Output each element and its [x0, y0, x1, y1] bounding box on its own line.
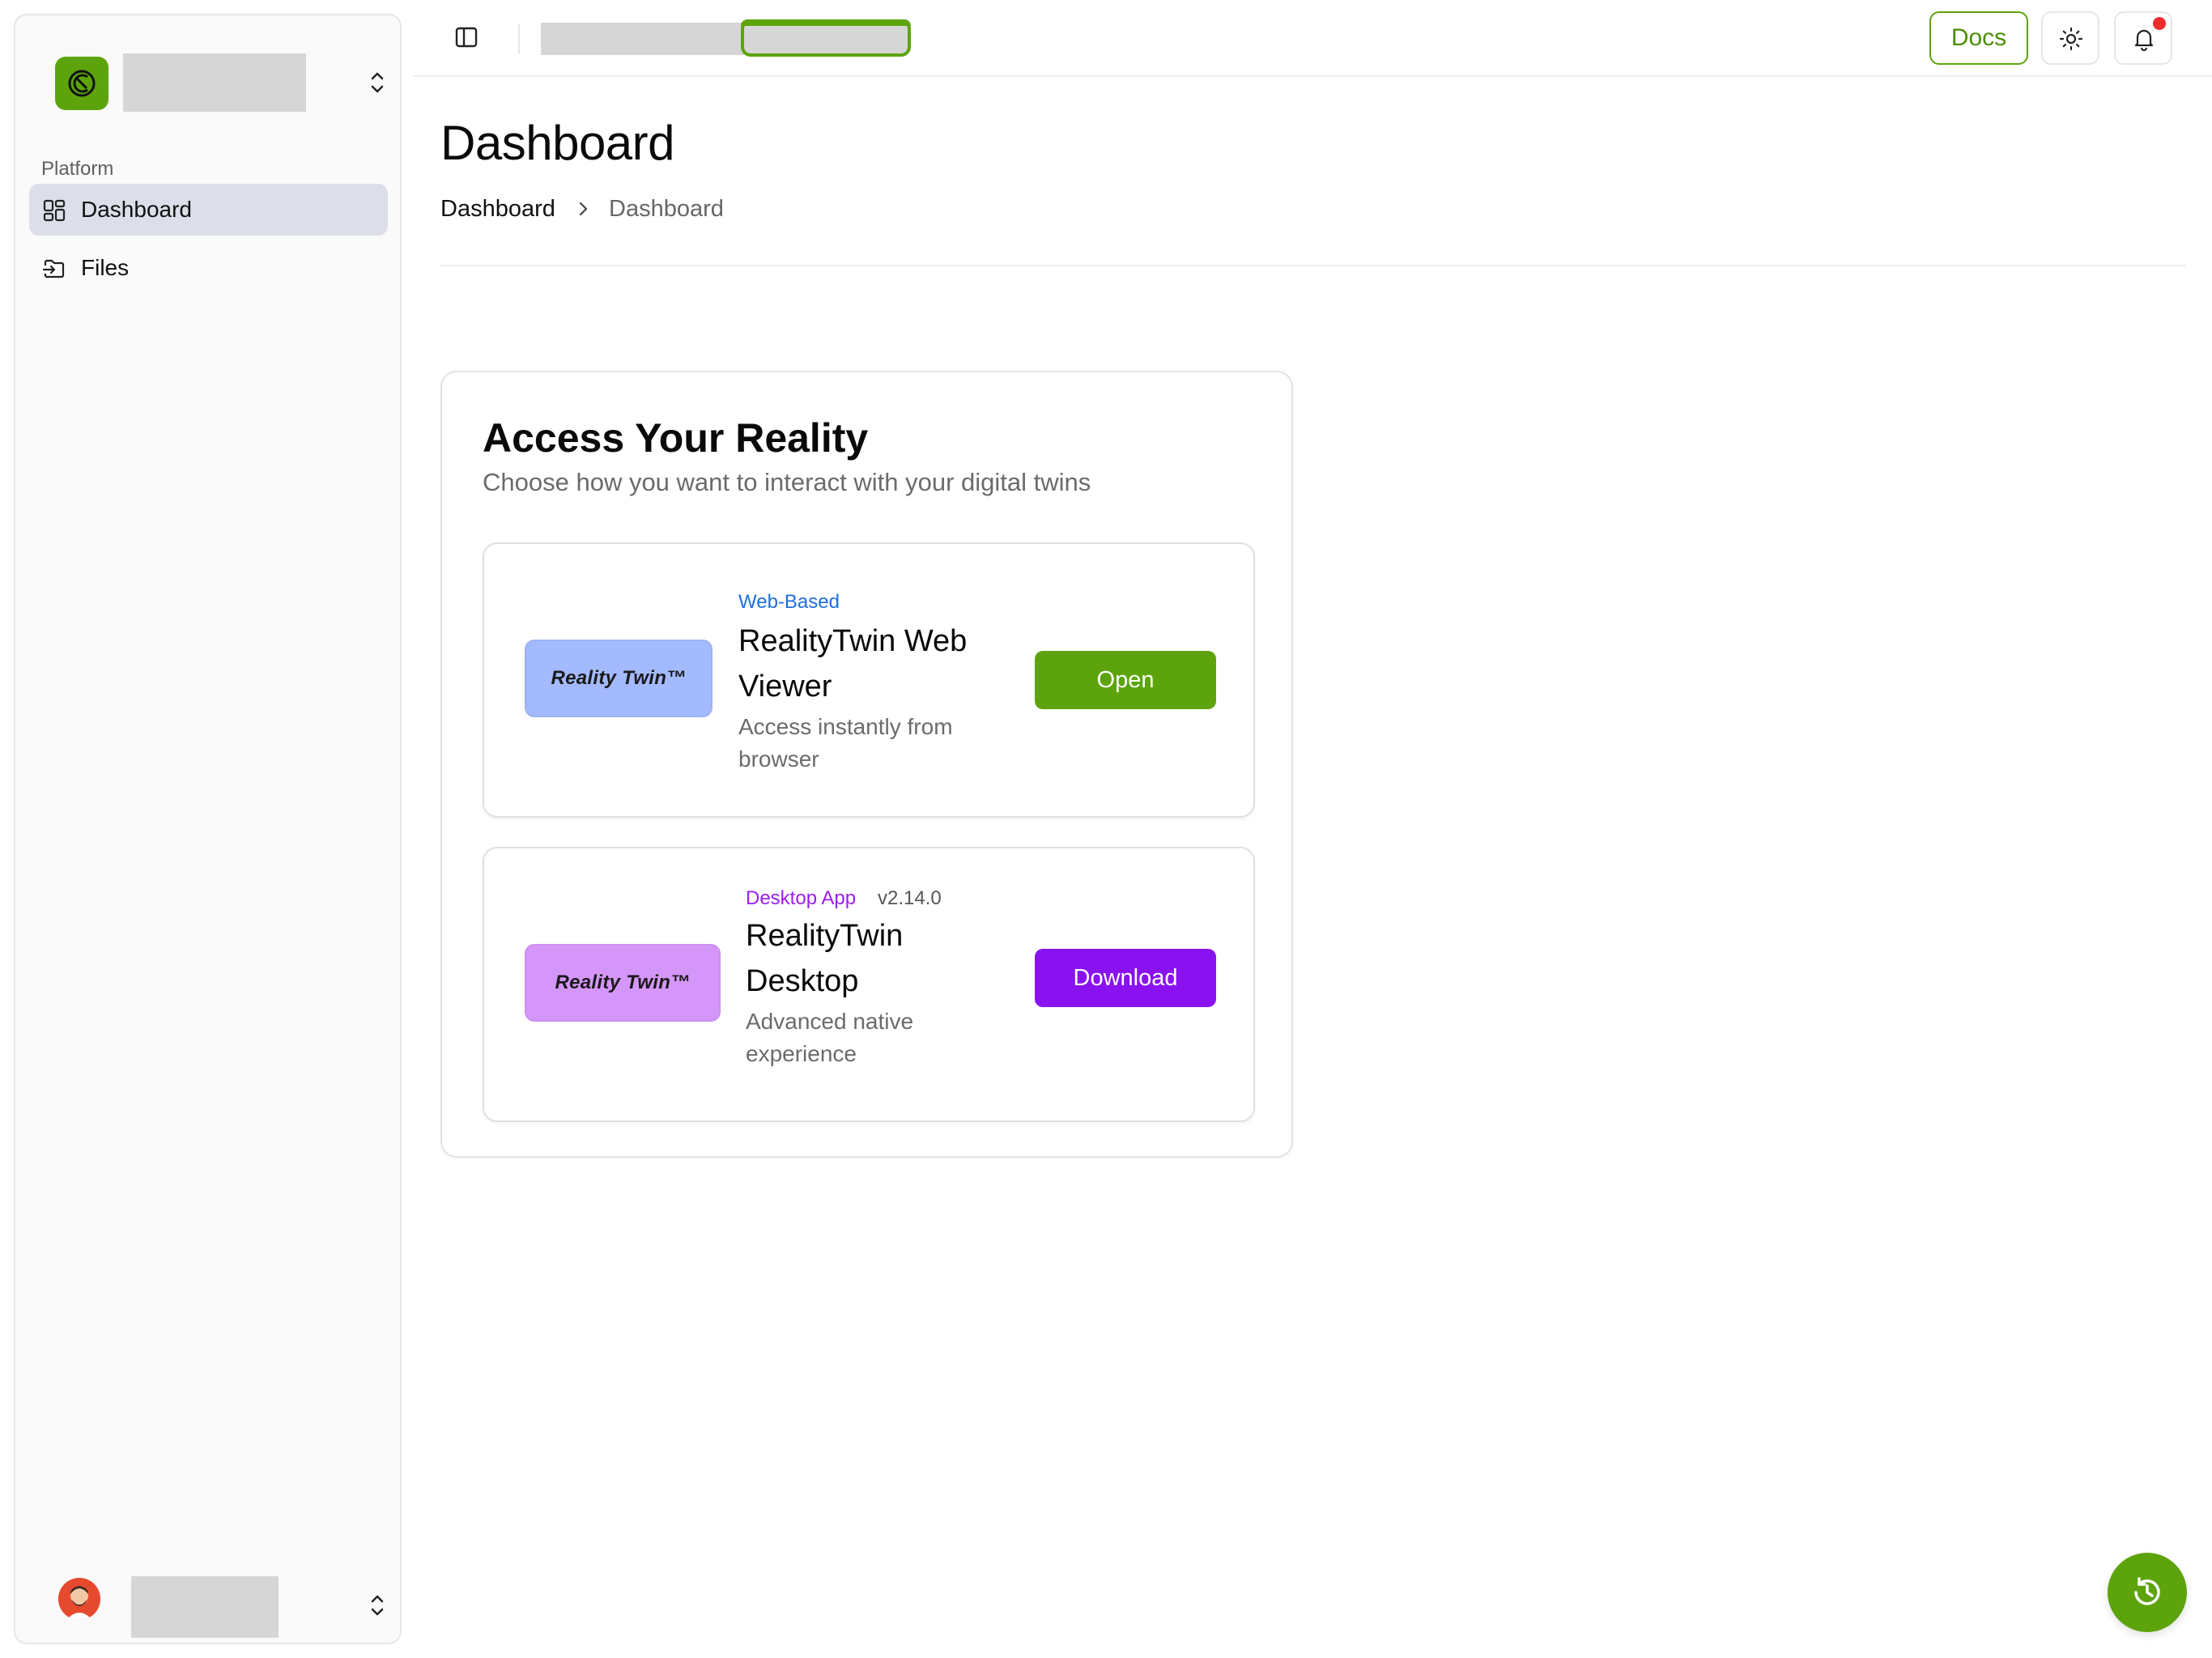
option-description-line: browser [738, 746, 819, 772]
option-description: Access instantly from browser [738, 711, 953, 776]
user-name-redacted [131, 1576, 279, 1638]
org-logo [55, 57, 108, 110]
open-button[interactable]: Open [1035, 651, 1216, 709]
history-icon [2134, 1577, 2160, 1605]
docs-button[interactable]: Docs [1929, 11, 2028, 65]
sidebar-toggle-icon[interactable] [453, 24, 479, 50]
top-bar: Docs [413, 0, 2212, 77]
sidebar-item-dashboard[interactable]: Dashboard [29, 184, 388, 236]
org-switcher[interactable] [40, 35, 384, 113]
chevrons-up-down-icon [371, 1595, 384, 1616]
theme-toggle-button[interactable] [2041, 11, 2099, 65]
web-viewer-option: Reality Twin™ Web-Based RealityTwin Web … [483, 542, 1255, 818]
history-fab[interactable] [2108, 1553, 2187, 1632]
org-name-redacted [123, 53, 306, 112]
breadcrumb-link[interactable]: Dashboard [440, 196, 555, 223]
layout-dashboard-icon [43, 199, 66, 222]
desktop-app-logo: Reality Twin™ [525, 944, 721, 1022]
web-viewer-logo: Reality Twin™ [525, 640, 713, 717]
sidebar-item-files[interactable]: Files [29, 242, 388, 294]
access-card: Access Your Reality Choose how you want … [440, 371, 1293, 1158]
desktop-app-option: Reality Twin™ Desktop App v2.14.0 Realit… [483, 847, 1255, 1122]
header-divider [440, 265, 2186, 266]
folder-input-icon [42, 259, 65, 278]
option-title-line: RealityTwin [746, 919, 904, 953]
sidebar-item-label: Files [81, 255, 130, 280]
option-tag: Web-Based [738, 591, 840, 613]
bell-icon [2134, 29, 2154, 51]
option-tag: Desktop App [746, 887, 857, 909]
avatar-illustration [58, 1578, 100, 1620]
card-subtitle: Choose how you want to interact with you… [483, 468, 1091, 496]
card-title: Access Your Reality [483, 415, 869, 461]
option-description-line: Access instantly from [738, 714, 953, 739]
option-description-line: experience [746, 1041, 857, 1066]
notifications-button[interactable] [2114, 11, 2172, 65]
option-description: Advanced native experience [746, 1005, 913, 1070]
toolbar-divider [518, 24, 520, 53]
option-title: RealityTwin Web Viewer [738, 619, 967, 709]
sidebar: Platform Dashboard Files [14, 14, 402, 1644]
logo-text: Reality Twin™ [551, 667, 687, 689]
option-description-line: Advanced native [746, 1009, 914, 1034]
status-pill-redacted[interactable] [741, 19, 911, 57]
download-button[interactable]: Download [1035, 949, 1216, 1007]
logo-text: Reality Twin™ [555, 971, 691, 993]
page-title: Dashboard [440, 116, 675, 170]
breadcrumb-current: Dashboard [609, 196, 724, 222]
notification-dot [2153, 17, 2166, 30]
option-title-line: RealityTwin Web [738, 624, 968, 658]
version-label: v2.14.0 [878, 887, 942, 909]
org-logo-icon [68, 70, 96, 97]
avatar [58, 1578, 100, 1620]
sidebar-item-label: Dashboard [81, 197, 192, 222]
user-menu[interactable] [40, 1562, 396, 1638]
option-title: RealityTwin Desktop [746, 913, 903, 1004]
chevron-right-icon [579, 202, 588, 216]
option-title-line: Viewer [738, 670, 832, 704]
sun-icon [2059, 27, 2083, 51]
chevrons-up-down-icon [371, 72, 384, 93]
sidebar-section-label: Platform [41, 158, 114, 180]
option-title-line: Desktop [746, 964, 859, 998]
